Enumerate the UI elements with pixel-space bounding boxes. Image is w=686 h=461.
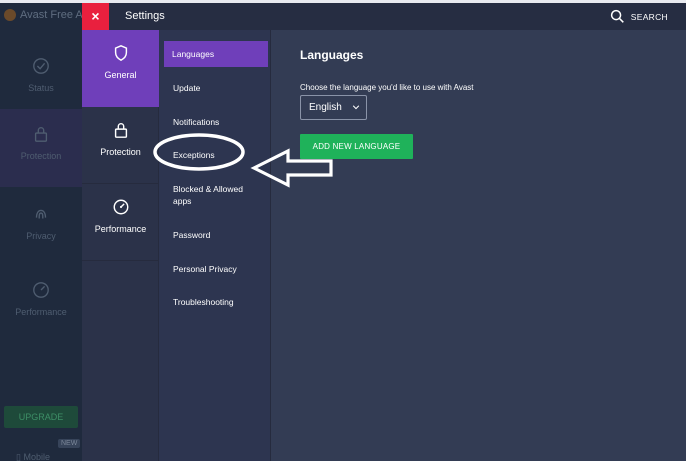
- category-performance[interactable]: Performance: [82, 184, 159, 261]
- window-title: Settings: [125, 10, 165, 22]
- page-title: Languages: [300, 48, 364, 62]
- background-app-title: Avast Free A: [4, 9, 83, 22]
- subnav-column: Languages Update Notifications Exception…: [159, 30, 271, 461]
- bg-nav-status: Status: [0, 41, 82, 119]
- subnav-item-update[interactable]: Update: [165, 82, 269, 94]
- subnav-item-notifications[interactable]: Notifications: [165, 116, 269, 128]
- check-icon: [33, 58, 49, 74]
- subnav-item-troubleshooting[interactable]: Troubleshooting: [165, 296, 269, 308]
- lock-icon: [34, 127, 48, 142]
- shield-icon: [114, 45, 127, 62]
- search-button[interactable]: SEARCH: [610, 8, 668, 25]
- subnav-item-languages[interactable]: Languages: [164, 41, 268, 67]
- category-label: Performance: [94, 224, 147, 234]
- selected-language: English: [309, 102, 342, 113]
- language-select[interactable]: English: [300, 95, 367, 120]
- category-protection[interactable]: Protection: [82, 107, 159, 184]
- subnav-item-personal-privacy[interactable]: Personal Privacy: [165, 263, 269, 275]
- background-app: Avast Free A Status Protection Privacy P…: [0, 3, 83, 461]
- search-label: SEARCH: [630, 11, 668, 22]
- bg-nav-label: Status: [28, 83, 54, 93]
- bg-nav-privacy: Privacy: [0, 189, 82, 267]
- add-new-language-button[interactable]: ADD NEW LANGUAGE: [300, 134, 413, 159]
- avast-logo-icon: [4, 9, 16, 22]
- bg-new-badge: NEW: [58, 439, 81, 448]
- bg-nav-label: Protection: [20, 151, 62, 161]
- bg-nav-label: Performance: [15, 307, 67, 317]
- fingerprint-icon: [35, 209, 47, 219]
- title-bar: × Settings SEARCH: [82, 3, 686, 30]
- settings-window: × Settings SEARCH General Protection Per…: [82, 3, 686, 461]
- bg-nav-protection: Protection: [0, 109, 82, 187]
- category-label: Protection: [100, 147, 141, 157]
- subnav-item-password[interactable]: Password: [165, 229, 269, 241]
- lock-icon: [114, 123, 127, 138]
- subnav-item-blocked-allowed-apps[interactable]: Blocked & Allowed apps: [165, 183, 255, 207]
- subnav-item-exceptions[interactable]: Exceptions: [165, 149, 269, 161]
- category-label: General: [104, 70, 137, 80]
- bg-mobile-link: ▯ Mobile: [16, 452, 50, 461]
- choose-language-label: Choose the language you'd like to use wi…: [300, 83, 474, 92]
- category-column: General Protection Performance: [82, 30, 159, 461]
- chevron-down-icon: [352, 105, 360, 110]
- gauge-icon: [113, 199, 128, 215]
- close-button[interactable]: ×: [82, 3, 109, 30]
- category-general[interactable]: General: [82, 30, 159, 107]
- bg-nav-label: Privacy: [26, 231, 56, 241]
- gauge-icon: [33, 282, 49, 298]
- content-panel: Languages Choose the language you'd like…: [271, 30, 686, 461]
- bg-upgrade-button: UPGRADE: [4, 406, 78, 428]
- phone-icon: ▯: [16, 452, 21, 461]
- search-icon: [610, 9, 624, 23]
- bg-nav-performance: Performance: [0, 265, 82, 343]
